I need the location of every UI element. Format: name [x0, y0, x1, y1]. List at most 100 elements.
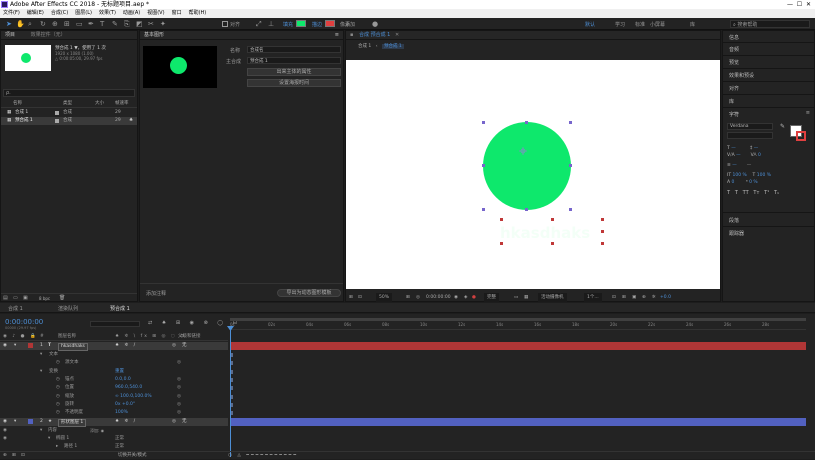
work-area-bar[interactable] [230, 318, 806, 321]
stroke-color-swatch[interactable] [325, 20, 335, 27]
layer-row[interactable]: ◉ ▾ 1 T hkasdhaks ♠ ✲ / ◎ 无 [0, 342, 228, 351]
tab-effect-controls[interactable]: 效果控件（无） [31, 32, 66, 38]
panel-audio[interactable]: 音频 [729, 46, 739, 53]
stopwatch-icon[interactable]: ◷ [56, 359, 60, 367]
expand-arrow-icon[interactable]: ▾ [14, 418, 16, 426]
workspace-standard[interactable]: 标准 [635, 21, 645, 28]
layer-switches[interactable]: ♠ ✲ / [115, 418, 137, 426]
font-style-select[interactable] [727, 132, 773, 139]
timeline-timecode[interactable]: 0:00:00:00 [5, 318, 43, 326]
pan-tool-icon[interactable]: ⊞ [64, 20, 70, 28]
mask-view-icon[interactable]: ⊡ [358, 293, 362, 302]
mask-toggle-icon[interactable]: ◎ [416, 293, 420, 302]
col-fps-header[interactable]: 帧速率 [115, 100, 129, 108]
add-content-label[interactable]: 添加: ◉ [90, 427, 104, 435]
stopwatch-icon[interactable]: ◷ [56, 384, 60, 392]
expand-arrow-icon[interactable]: ▾ [40, 427, 42, 435]
add-label[interactable]: 添加 [345, 21, 355, 28]
pickwhip-icon[interactable]: ◎ [172, 418, 176, 426]
layer-label-color[interactable] [28, 419, 33, 424]
stopwatch-icon[interactable]: ◷ [56, 409, 60, 417]
layer-label-color[interactable] [28, 343, 33, 348]
property-value[interactable]: 0x +0.0° [115, 401, 135, 409]
snap-options-icon[interactable]: ⤢ [256, 20, 262, 29]
pen-tool-icon[interactable]: ✒ [88, 20, 94, 28]
timeline-switches[interactable]: ⇄ ♠ ⊞ ◉ ⊗ ◯ ⊟ [148, 320, 241, 326]
eyedropper-icon[interactable]: ✎ [780, 123, 785, 130]
pickwhip-icon[interactable]: ◎ [172, 342, 176, 350]
stopwatch-icon[interactable]: ◷ [56, 401, 60, 409]
pixel-aspect-icon[interactable]: ⊡ [612, 293, 616, 302]
menu-item[interactable]: 效果(T) [99, 10, 116, 16]
bpc-label[interactable]: 8 bpc [39, 294, 50, 303]
panel-effects-presets[interactable]: 效果和预设 [729, 72, 754, 79]
tab-project[interactable]: 项目 [5, 32, 15, 38]
exposure-value[interactable]: +0.0 [660, 293, 671, 302]
expression-pickwhip-icon[interactable]: ◎ [177, 409, 181, 417]
expression-pickwhip-icon[interactable]: ◎ [177, 359, 181, 367]
time-ruler[interactable]: 0s 02s 04s 06s 08s 10s 12s 14s 16s 18s 20s 22s 24s 26… [230, 320, 806, 330]
project-item[interactable]: ▦ 合成 1 合成 29 [1, 109, 137, 117]
panel-menu-icon[interactable]: ≡ [335, 31, 339, 40]
zoom-select[interactable]: 50% [376, 293, 393, 302]
zoom-tool-icon[interactable]: ⌕ [28, 20, 32, 29]
roto-tool-icon[interactable]: ✂ [148, 20, 154, 28]
col-name-header[interactable]: 名称 [13, 100, 22, 108]
property-value[interactable]: 0.0,0.0 [115, 376, 131, 384]
menu-item[interactable]: 动画(A) [123, 10, 140, 16]
brush-tool-icon[interactable]: ✎ [112, 20, 118, 28]
snapshot-icon[interactable]: ◉ [454, 293, 458, 302]
panel-tracker[interactable]: 跟踪器 [729, 230, 744, 237]
property-row[interactable]: ◷ 位置 960.0,540.0 ◎ [0, 384, 228, 392]
workspace-small-screen[interactable]: 小屏幕 [650, 21, 665, 28]
panel-libraries[interactable]: 库 [729, 98, 734, 105]
workspace-learn[interactable]: 学习 [615, 21, 625, 28]
composition-viewer[interactable]: hkasdhaks [346, 60, 720, 289]
kerning-row[interactable]: V/A — VA 0 [727, 152, 779, 159]
master-comp-select[interactable]: 预合成 1 [247, 57, 341, 64]
breadcrumb-item-active[interactable]: 预合成 1 [381, 44, 404, 49]
property-row[interactable]: ▸ 路径 1 正常 [0, 443, 228, 451]
text-style-buttons[interactable]: T T TT Tт T¹ T₁ [727, 190, 779, 197]
layer-parent[interactable]: 无 [182, 418, 187, 426]
export-mogrt-button[interactable]: 导出为动态图形模板 [277, 289, 341, 297]
layer-bar-text[interactable] [230, 342, 806, 350]
selection-tool-icon[interactable]: ➤ [6, 20, 12, 28]
camera-select[interactable]: 活动摄像机 [538, 293, 567, 302]
panel-align[interactable]: 对齐 [729, 85, 739, 92]
layer-name[interactable]: hkasdhaks [58, 342, 88, 351]
exposure-icon[interactable]: ✲ [652, 293, 656, 302]
layer-parent[interactable]: 无 [182, 342, 187, 350]
expression-pickwhip-icon[interactable]: ◎ [177, 384, 181, 392]
property-row[interactable]: ◷ 缩放 ∞ 100.0,100.0% ◎ [0, 393, 228, 401]
set-poster-time-button[interactable]: 设置海报时间 [247, 79, 341, 87]
panel-preview[interactable]: 预览 [729, 59, 739, 66]
property-row[interactable]: ◷ 不透明度 100% ◎ [0, 409, 228, 417]
help-search-box[interactable]: ⌕ 搜索帮助 [730, 20, 810, 28]
timeline-search-input[interactable] [90, 321, 140, 327]
panel-paragraph[interactable]: 段落 [729, 217, 739, 224]
stroke-row[interactable]: ≡ — — [727, 162, 779, 169]
puppet-tool-icon[interactable]: ✦ [160, 20, 166, 28]
add-comment-link[interactable]: 添加注释 [146, 290, 166, 297]
expression-pickwhip-icon[interactable]: ◎ [177, 401, 181, 409]
col-size-header[interactable]: 大小 [95, 100, 104, 108]
current-time[interactable]: 0:00:00:00 [426, 293, 451, 302]
close-tab-icon[interactable]: ✕ [395, 32, 399, 38]
shape-tool-icon[interactable]: ▭ [76, 20, 83, 28]
font-family-select[interactable]: Verdana [727, 123, 773, 130]
baseline-row[interactable]: A 0 ᵃ 0 % [727, 179, 779, 186]
always-preview-icon[interactable]: ⊞ [349, 293, 353, 302]
clone-tool-icon[interactable]: ⎘ [124, 20, 130, 29]
panel-info[interactable]: 信息 [729, 34, 739, 41]
stopwatch-icon[interactable]: ◷ [56, 376, 60, 384]
interpret-footage-icon[interactable]: ▤ [3, 294, 8, 303]
col-type-header[interactable]: 类型 [63, 100, 72, 108]
expand-arrow-icon[interactable]: ▾ [48, 435, 50, 443]
tab-render-queue[interactable]: 渲染队列 [58, 305, 78, 312]
tab-precomp-1[interactable]: 预合成 1 [110, 305, 130, 312]
new-folder-icon[interactable]: ▭ [13, 294, 18, 303]
stroke-color-box[interactable] [796, 131, 806, 141]
property-row[interactable]: ◷ 锚点 0.0,0.0 ◎ [0, 376, 228, 384]
playhead-line[interactable] [230, 330, 231, 457]
